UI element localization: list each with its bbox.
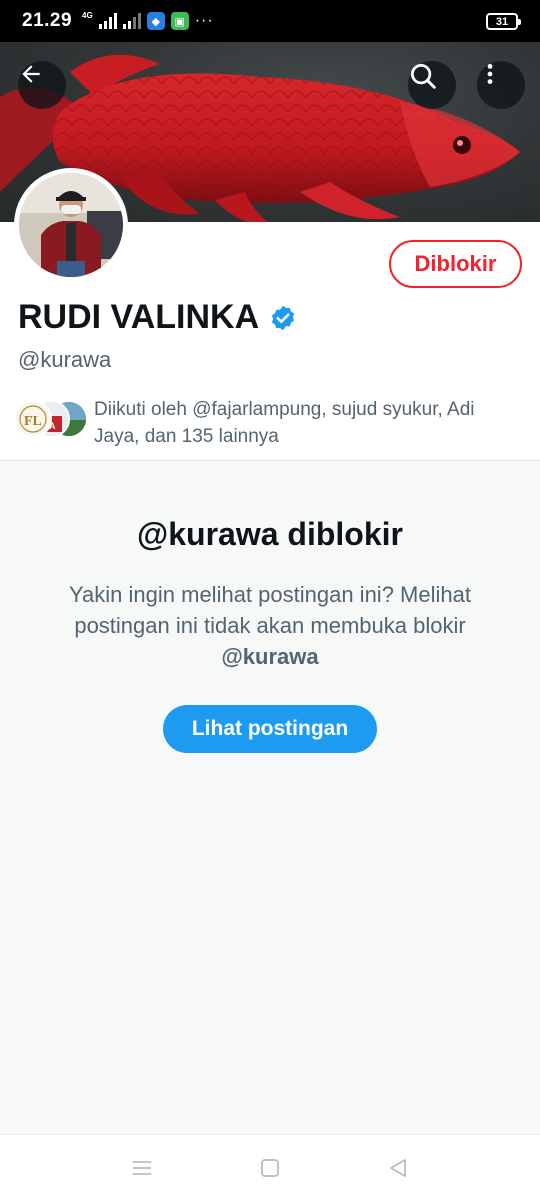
battery-level: 31 xyxy=(495,15,509,28)
status-time: 21.29 xyxy=(22,10,73,31)
battery-icon: 31 xyxy=(486,13,521,30)
followed-by-text: Diikuti oleh @fajarlampung, sujud syukur… xyxy=(94,399,475,447)
home-icon[interactable] xyxy=(259,1157,281,1179)
signal-secondary-icon xyxy=(122,13,141,29)
blocked-title: @kurawa diblokir xyxy=(137,516,403,552)
more-options-button[interactable] xyxy=(477,61,525,109)
signal-icon xyxy=(98,13,117,29)
app-store-notification-icon: ▣ xyxy=(170,12,189,30)
blocked-description-text: Yakin ingin melihat postingan ini? Melih… xyxy=(69,582,471,638)
display-name-text: RUDI VALINKA xyxy=(18,298,260,336)
blocked-button[interactable]: Diblokir xyxy=(389,240,522,288)
search-button[interactable] xyxy=(408,61,456,109)
blocked-description: Yakin ingin melihat postingan ini? Melih… xyxy=(40,579,500,672)
profile-display-name: RUDI VALINKA xyxy=(18,298,297,337)
follower-avatars: JA FL xyxy=(14,400,88,440)
network-type-label: 4G xyxy=(82,10,93,20)
system-navigation-bar xyxy=(0,1134,540,1200)
search-icon xyxy=(411,64,436,89)
svg-text:FL: FL xyxy=(24,414,42,429)
status-bar: 21.29 4G ◆ ▣ ··· 31 xyxy=(0,0,540,42)
profile-handle: @kurawa xyxy=(18,347,112,372)
verified-badge-icon[interactable] xyxy=(269,304,297,332)
status-icons: 4G ◆ ▣ ··· xyxy=(82,10,214,30)
recent-apps-icon[interactable] xyxy=(131,1157,153,1179)
more-notifications-icon: ··· xyxy=(194,12,214,29)
app-notification-icon: ◆ xyxy=(146,12,165,30)
avatar-photo xyxy=(19,173,123,277)
profile-avatar[interactable] xyxy=(14,168,128,282)
more-vertical-icon xyxy=(487,64,493,84)
blocked-content-area: @kurawa diblokir Yakin ingin melihat pos… xyxy=(0,461,540,1134)
back-nav-icon[interactable] xyxy=(387,1157,409,1179)
arrow-left-icon xyxy=(22,65,40,83)
follower-avatar-1: FL xyxy=(14,400,52,438)
blocked-description-handle: @kurawa xyxy=(221,644,319,669)
followed-by-row[interactable]: JA FL Diikuti oleh @fajarlampung, sujud … xyxy=(14,396,524,450)
view-posts-button[interactable]: Lihat postingan xyxy=(163,705,377,753)
back-button[interactable] xyxy=(18,61,66,109)
